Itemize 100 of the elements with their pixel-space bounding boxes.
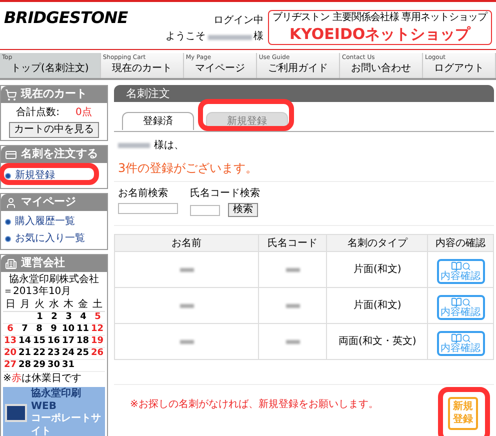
calendar-month: ＝2013年10月 — [3, 286, 72, 298]
calendar-day: 8 — [32, 324, 46, 335]
calendar-day: 22 — [32, 348, 46, 359]
sidebar-link[interactable]: お気に入り一覧 — [15, 231, 85, 246]
weekday-label: 火 — [33, 298, 46, 311]
search-icon — [462, 334, 471, 343]
calendar-day: 17 — [61, 336, 76, 347]
calendar-day: 21 — [18, 348, 32, 359]
weekday-label: 月 — [18, 298, 31, 311]
section-title: 現在のカート — [21, 86, 87, 102]
name-search-field[interactable] — [118, 203, 178, 214]
calendar-day: 6 — [3, 324, 18, 335]
calendar-day: 23 — [46, 348, 61, 359]
computer-icon — [5, 404, 27, 422]
sidebar-link[interactable]: 購入履歴一覧 — [15, 214, 75, 229]
column-header: お名前 — [114, 234, 259, 252]
calendar-day: 11 — [76, 324, 90, 335]
calendar-day: 1 — [32, 312, 47, 323]
table-cell: 片面(和文) — [326, 252, 428, 288]
redacted-mark — [286, 340, 300, 344]
book-icon — [450, 297, 462, 308]
banner-title: 協永堂印刷 WEB — [31, 388, 82, 413]
code-search-field[interactable] — [190, 204, 220, 216]
column-header: 氏名コード — [258, 234, 327, 252]
footer-note: ※お探しの名刺がなければ、新規登録をお願いします。 — [130, 398, 378, 412]
calendar-day: 20 — [3, 348, 18, 359]
redacted-mark — [180, 304, 194, 308]
company-name: 協永堂印刷株式会社 — [8, 274, 100, 286]
weekday-label: 金 — [77, 298, 90, 311]
redacted-mark — [286, 268, 300, 272]
view-cart-button[interactable]: カートの中を見る — [9, 122, 99, 138]
redacted-mark — [180, 340, 194, 344]
calendar-day: 29 — [32, 360, 46, 371]
calendar-day: 2 — [47, 312, 62, 323]
weekday-label: 水 — [48, 298, 60, 311]
nav-label: ログアウト — [432, 62, 485, 76]
user-icon — [5, 196, 17, 208]
logo: BRIDGESTONE — [4, 10, 128, 26]
calendar-day: 12 — [90, 324, 104, 335]
nav-label: 現在のカート — [110, 62, 173, 76]
calendar-day: 9 — [46, 324, 61, 335]
calendar-day: 25 — [76, 348, 90, 359]
nav-label: お問い合わせ — [350, 62, 412, 76]
search-icon — [462, 298, 471, 307]
redacted-mark — [208, 34, 252, 40]
tab[interactable]: 登録済 — [122, 112, 194, 130]
calendar-day: 7 — [18, 324, 32, 335]
nav-label: トップ(名刺注文) — [10, 62, 90, 76]
name-search-label: お名前検索 — [118, 186, 169, 201]
count-message: 3件の登録がございます。 — [114, 159, 494, 182]
weekday-label: 日 — [4, 298, 16, 311]
welcome-text: ようこそ — [166, 32, 206, 42]
bullet-icon — [5, 236, 11, 242]
page-title-bar: 名刺注文 — [114, 85, 494, 102]
column-header: 内容の確認 — [428, 234, 494, 252]
nav-label: ご利用ガイド — [266, 62, 329, 76]
calendar-day: 18 — [76, 336, 90, 347]
calendar-day: 31 — [61, 360, 76, 371]
redacted-mark — [118, 143, 150, 148]
calendar-day: 3 — [62, 312, 76, 323]
search-icon — [462, 262, 471, 271]
section-title: 名刺を注文する — [21, 146, 98, 162]
calendar-day: 5 — [90, 312, 105, 323]
honorific-text: 様 — [254, 32, 264, 42]
total-label: 合計点数: — [16, 106, 60, 120]
calendar-day: 28 — [18, 360, 32, 371]
calendar-day: 27 — [3, 360, 18, 371]
section-title: 運営会社 — [21, 255, 65, 272]
search-button[interactable]: 検索 — [228, 203, 258, 217]
weekday-label: 木 — [62, 298, 75, 311]
total-value: 0点 — [76, 106, 92, 120]
calendar-day: 15 — [32, 336, 46, 347]
redacted-mark — [180, 268, 194, 272]
calendar-day: 13 — [3, 336, 18, 347]
redacted-mark — [286, 304, 300, 308]
calendar-day: 14 — [18, 336, 32, 347]
holiday-note: ※赤は休業日です — [3, 373, 82, 385]
table-cell: 両面(和文・英文) — [326, 324, 428, 360]
shop-banner[interactable]: ブリヂストン 主要関係会社様 専用ネットショップ KYOEIDOネットショップ — [268, 10, 492, 46]
code-search-label: 氏名コード検索 — [190, 186, 260, 201]
shop-title: KYOEIDOネットショップ — [289, 24, 470, 44]
table-cell: 片面(和文) — [326, 288, 428, 324]
banner-subtitle: コーポレートサイト — [31, 413, 102, 436]
bullet-icon — [5, 172, 11, 178]
card-icon — [5, 148, 17, 160]
book-icon — [450, 333, 462, 344]
corporate-site-banner[interactable]: 協永堂印刷 WEB コーポレートサイト — [3, 387, 105, 436]
calendar-day: 16 — [46, 336, 61, 347]
calendar-day: 24 — [61, 348, 76, 359]
sidebar-link[interactable]: 新規登録 — [15, 168, 55, 183]
calendar-day: 26 — [90, 348, 104, 359]
cart-icon — [5, 88, 17, 100]
calendar-day: 10 — [61, 324, 76, 335]
bullet-icon — [5, 218, 11, 224]
nav-label: マイページ — [194, 62, 246, 76]
login-status: ログイン中 — [214, 16, 264, 26]
book-icon — [450, 261, 462, 272]
greeting-text: 様は、 — [154, 138, 184, 153]
calendar-day: 19 — [90, 336, 104, 347]
column-header: 名刺のタイプ — [326, 234, 428, 252]
